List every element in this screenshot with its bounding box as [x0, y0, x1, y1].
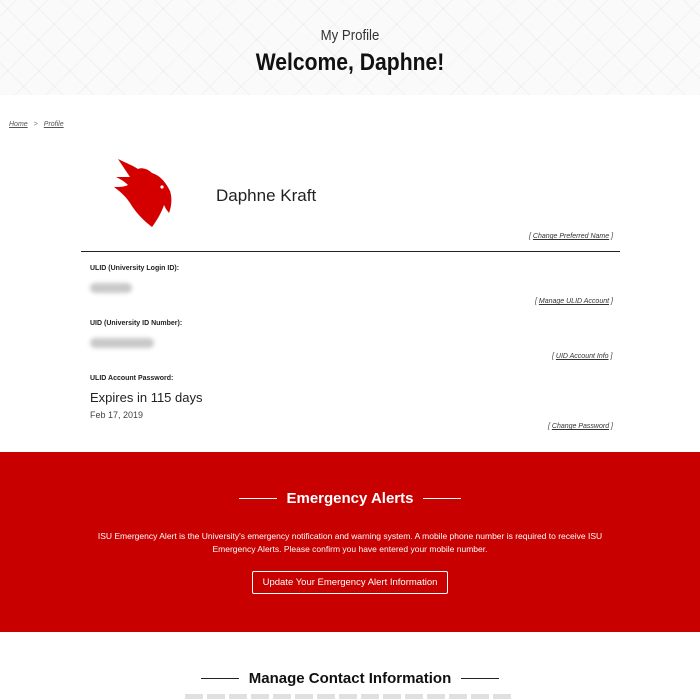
emergency-title-row: Emergency Alerts — [0, 490, 700, 507]
change-preferred-name-link[interactable]: Change Preferred Name — [533, 233, 609, 240]
manage-ulid-link[interactable]: Manage ULID Account — [539, 298, 609, 305]
section-divider — [81, 251, 620, 252]
contact-description-cutoff — [185, 694, 515, 699]
password-expiry: Expires in 115 days — [90, 390, 203, 405]
password-label: ULID Account Password: — [90, 375, 174, 382]
update-emergency-alert-button[interactable]: Update Your Emergency Alert Information — [252, 571, 448, 594]
ulid-value-redacted — [90, 283, 132, 293]
uid-label: UID (University ID Number): — [90, 320, 183, 327]
page-subtitle: My Profile — [320, 27, 380, 44]
breadcrumb-separator: > — [33, 121, 38, 128]
manage-ulid-link-wrap: [ Manage ULID Account ] — [535, 298, 613, 305]
change-password-link-wrap: [ Change Password ] — [548, 423, 613, 430]
password-expiry-date: Feb 17, 2019 — [90, 410, 144, 420]
contact-rule-right — [461, 678, 500, 679]
title-rule-left — [239, 498, 278, 499]
emergency-alerts-section: Emergency Alerts ISU Emergency Alert is … — [0, 452, 700, 632]
contact-title: Manage Contact Information — [248, 670, 452, 687]
uid-info-link-wrap: [ UID Account Info ] — [552, 353, 613, 360]
emergency-description: ISU Emergency Alert is the University's … — [97, 531, 603, 554]
redbird-logo — [114, 159, 172, 227]
page-title: Welcome, Daphne! — [255, 49, 445, 76]
breadcrumb: Home > Profile — [9, 121, 64, 128]
profile-name: Daphne Kraft — [216, 186, 317, 205]
contact-title-row: Manage Contact Information — [0, 670, 700, 687]
breadcrumb-profile-link[interactable]: Profile — [44, 121, 64, 128]
uid-info-link[interactable]: UID Account Info — [556, 353, 609, 360]
breadcrumb-home-link[interactable]: Home — [9, 121, 28, 128]
emergency-title: Emergency Alerts — [286, 490, 414, 507]
change-password-link[interactable]: Change Password — [552, 423, 609, 430]
page-header: My Profile Welcome, Daphne! — [0, 0, 700, 95]
contact-rule-left — [200, 678, 239, 679]
uid-value-redacted — [90, 338, 154, 348]
title-rule-right — [422, 498, 461, 499]
change-preferred-name-link-wrap: [ Change Preferred Name ] — [529, 233, 614, 240]
ulid-label: ULID (University Login ID): — [90, 265, 180, 272]
